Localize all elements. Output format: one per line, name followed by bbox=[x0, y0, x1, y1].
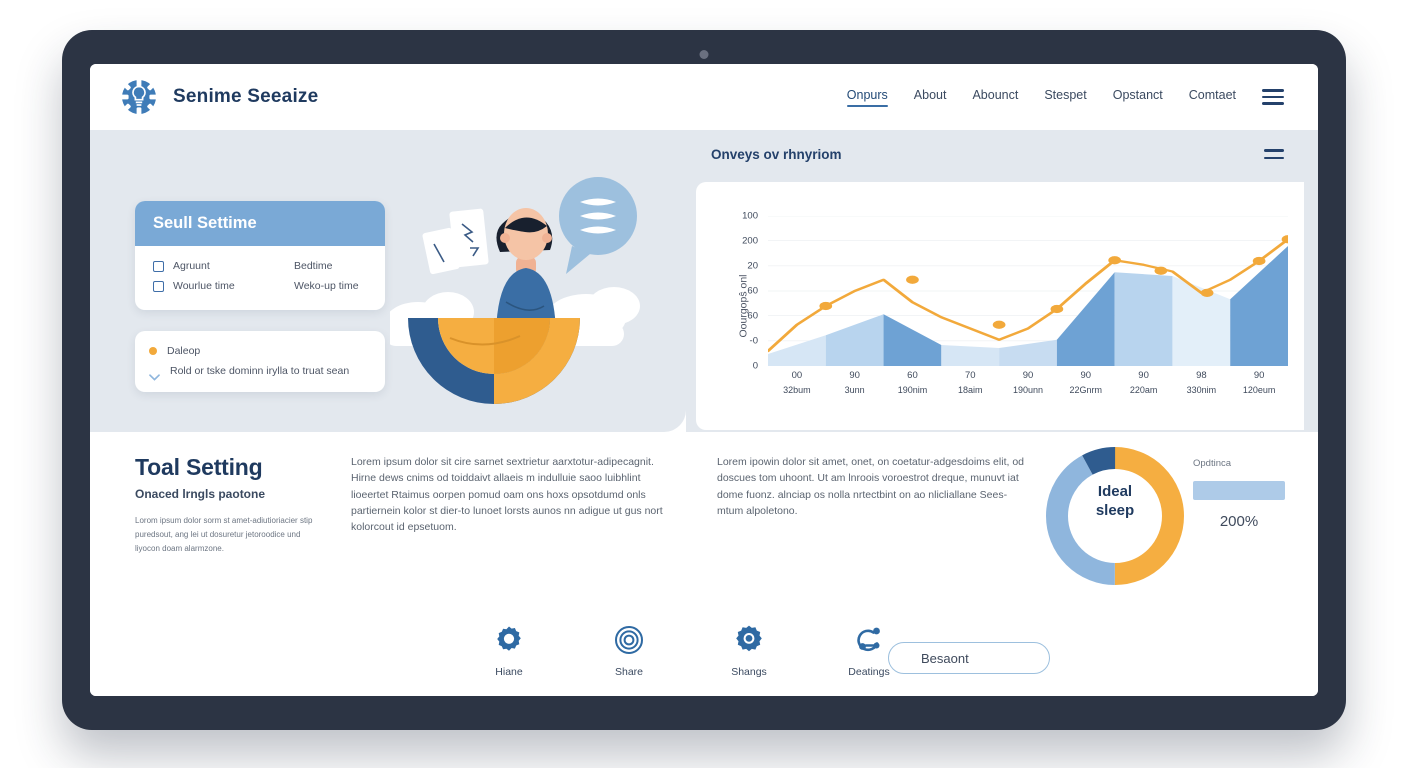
content-section: Toal Setting Onaced lrngls paotone Lorom… bbox=[90, 432, 1318, 696]
chart-y-ticks: 100 200 20 60 60 -0 0 bbox=[722, 211, 758, 372]
x-tick: 90 3unn bbox=[844, 370, 865, 395]
setting-row[interactable]: Agruunt Bedtime bbox=[153, 256, 367, 276]
section-header-bar: Onveys ov rhnyriom bbox=[90, 130, 1318, 178]
hamburger-bar bbox=[1262, 102, 1284, 105]
nav-link-onpurs[interactable]: Onpurs bbox=[846, 88, 888, 107]
camera-dot bbox=[699, 50, 709, 59]
y-tick: 100 bbox=[742, 210, 758, 222]
x-tick: 90 190unn bbox=[1012, 370, 1044, 395]
action-label: Deatings bbox=[848, 666, 890, 678]
x-tick: 90 220am bbox=[1129, 370, 1158, 395]
gear-icon bbox=[480, 623, 538, 657]
chart-bands bbox=[768, 246, 1288, 366]
page-title: Toal Setting bbox=[135, 454, 263, 480]
gear-solid-icon bbox=[720, 623, 778, 657]
action-label: Share bbox=[614, 666, 644, 678]
legend-row-expand[interactable]: Rold or tske dominn irylla to truat sean bbox=[149, 361, 371, 381]
setting-value: Bedtime bbox=[294, 260, 333, 272]
donut-center-label: Ideal sleep bbox=[1075, 482, 1155, 520]
ideal-sleep-donut-block: Ideal sleep Opdtinca 200% bbox=[1038, 446, 1286, 586]
legend-label: Rold or tske dominn irylla to truat sean bbox=[170, 365, 350, 377]
besaont-button[interactable]: Besaont bbox=[888, 642, 1050, 674]
paragraph-two: Lorem ipowin dolor sit amet, onet, on co… bbox=[717, 456, 1024, 517]
tablet-screen: Senime Seeaize Onpurs About Abounct Stes… bbox=[90, 64, 1318, 696]
y-tick: -0 bbox=[749, 335, 758, 347]
paragraph-one: Lorem ipsum dolor sit cire sarnet sextri… bbox=[351, 456, 663, 534]
nav-link-about[interactable]: About bbox=[914, 88, 947, 107]
settings-card-body: Agruunt Bedtime Wourlue time Weko-up tim… bbox=[135, 246, 385, 310]
settings-card: Seull Settime Agruunt Bedtime Wourlue ti… bbox=[135, 201, 385, 310]
nav-link-stespet[interactable]: Stespet bbox=[1044, 88, 1086, 107]
hero-right-panel: Oourgopŝ onl 100 200 20 60 60 -0 0 00 32… bbox=[686, 178, 1318, 432]
donut-legend-label: Opdtinca bbox=[1193, 458, 1232, 469]
setting-label: Wourlue time bbox=[173, 280, 235, 292]
sleep-chart: Oourgopŝ onl 100 200 20 60 60 -0 0 00 32… bbox=[696, 182, 1304, 430]
setting-row[interactable]: Wourlue time Weko-up time bbox=[153, 276, 367, 296]
chart-card: Oourgopŝ onl 100 200 20 60 60 -0 0 00 32… bbox=[696, 182, 1304, 430]
intro-column: Toal Setting Onaced lrngls paotone Lorom… bbox=[135, 454, 325, 556]
y-tick: 60 bbox=[747, 310, 758, 322]
top-navigation-bar: Senime Seeaize Onpurs About Abounct Stes… bbox=[90, 64, 1318, 130]
y-tick: 0 bbox=[752, 360, 758, 372]
hero-section: Seull Settime Agruunt Bedtime Wourlue ti… bbox=[90, 177, 1318, 432]
x-tick: 98 330nim bbox=[1186, 370, 1217, 395]
brand[interactable]: Senime Seeaize bbox=[118, 76, 318, 118]
donut-center-line2: sleep bbox=[1095, 502, 1135, 520]
nav-link-opstanct[interactable]: Opstanct bbox=[1113, 88, 1163, 107]
settings-card-title: Seull Settime bbox=[135, 201, 385, 246]
action-label: Hiane bbox=[495, 666, 523, 678]
menu-bar bbox=[1264, 156, 1284, 160]
y-tick: 20 bbox=[747, 260, 758, 272]
chart-plot-area bbox=[766, 215, 1295, 367]
nav-link-comtaet[interactable]: Comtaet bbox=[1189, 88, 1236, 107]
donut-legend: Opdtinca 200% bbox=[1193, 458, 1285, 530]
menu-icon[interactable] bbox=[1264, 148, 1284, 160]
action-icon-row: Hiane Share Shangs Deatings bbox=[480, 623, 898, 678]
action-item-share[interactable]: Share bbox=[600, 623, 658, 678]
checkbox-icon[interactable] bbox=[153, 280, 164, 292]
legend-label: Daleop bbox=[167, 345, 201, 357]
action-item-hiane[interactable]: Hiane bbox=[480, 623, 538, 678]
donut-center-line1: Ideal bbox=[1097, 483, 1133, 500]
checkbox-icon[interactable] bbox=[153, 260, 164, 272]
menu-bar bbox=[1264, 148, 1284, 152]
action-label: Shangs bbox=[731, 666, 767, 678]
hamburger-bar bbox=[1262, 89, 1284, 92]
legend-row-daleop[interactable]: Daleop bbox=[149, 341, 371, 361]
setting-value: Weko-up time bbox=[294, 280, 359, 292]
dot-icon bbox=[149, 347, 157, 355]
y-tick: 60 bbox=[747, 285, 758, 297]
x-tick: 00 32bum bbox=[783, 370, 811, 395]
hamburger-icon[interactable] bbox=[1262, 89, 1284, 105]
target-icon bbox=[600, 623, 658, 657]
page-subtitle: Onaced lrngls paotone bbox=[135, 487, 266, 501]
chart-x-ticks: 00 32bum 90 3unn 60 190nim 70 18aim 90 190unn… bbox=[768, 370, 1288, 412]
donut-progress-bar bbox=[1193, 481, 1285, 500]
chevron-down-icon[interactable] bbox=[149, 368, 160, 381]
main-navigation: Onpurs About Abounct Stespet Opstanct Co… bbox=[846, 88, 1236, 107]
tablet-frame: Senime Seeaize Onpurs About Abounct Stes… bbox=[62, 30, 1346, 730]
hero-left-panel: Seull Settime Agruunt Bedtime Wourlue ti… bbox=[90, 177, 686, 432]
x-tick: 70 18aim bbox=[957, 370, 983, 395]
gear-lightbulb-icon bbox=[118, 76, 160, 118]
x-tick: 90 120eum bbox=[1242, 370, 1276, 395]
intro-body-text: Lorom ipsum dolor sorm st amet-adiutiori… bbox=[135, 516, 313, 553]
action-item-shangs[interactable]: Shangs bbox=[720, 623, 778, 678]
section-title: Onveys ov rhnyriom bbox=[711, 146, 842, 162]
y-tick: 200 bbox=[742, 235, 758, 247]
brand-name: Senime Seeaize bbox=[173, 86, 319, 107]
sleep-illustration bbox=[384, 172, 690, 434]
nav-link-abounct[interactable]: Abounct bbox=[972, 88, 1018, 107]
chart-svg bbox=[766, 215, 1295, 367]
legend-card: Daleop Rold or tske dominn irylla to tru… bbox=[135, 331, 385, 392]
donut-percent-value: 200% bbox=[1219, 513, 1259, 530]
setting-label: Agruunt bbox=[173, 260, 210, 272]
hamburger-bar bbox=[1262, 95, 1284, 99]
x-tick: 60 190nim bbox=[897, 370, 928, 395]
x-tick: 90 22Gnrm bbox=[1069, 370, 1103, 395]
